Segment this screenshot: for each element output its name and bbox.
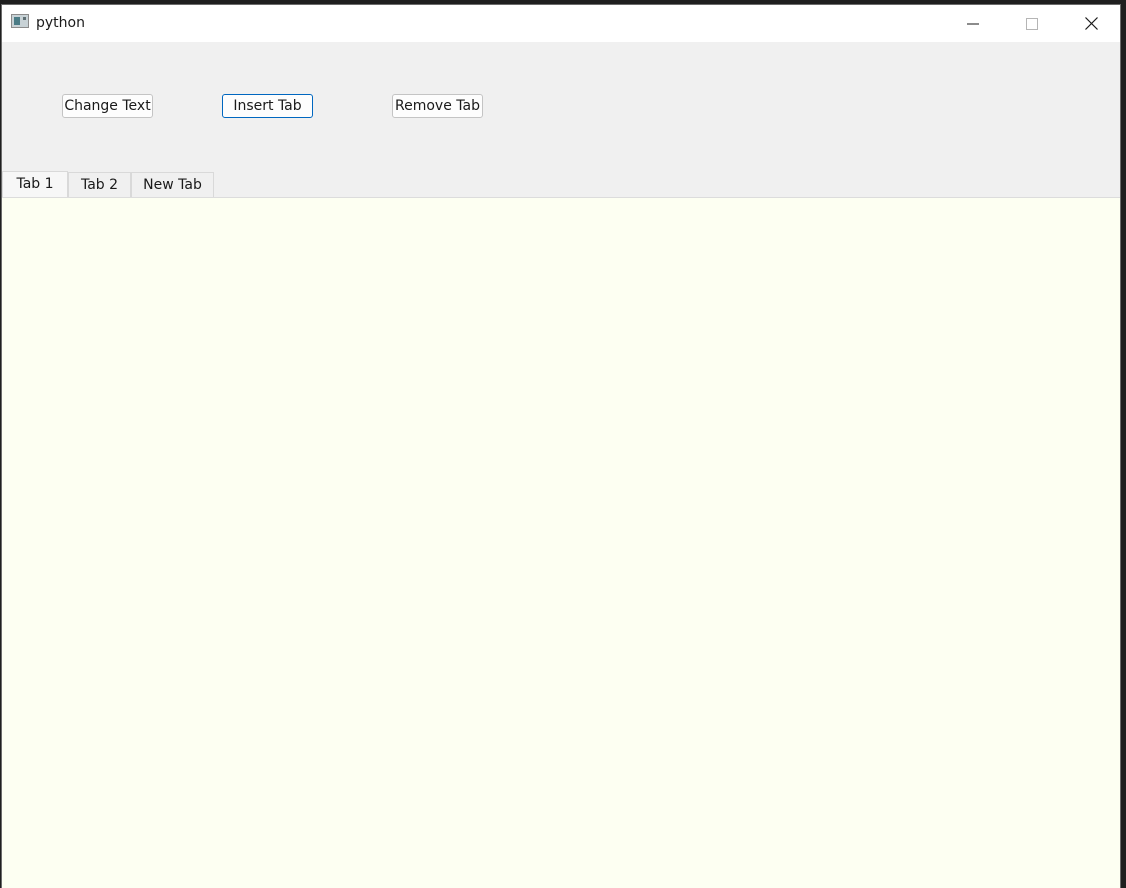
minimize-button[interactable]: [944, 5, 1002, 42]
tab-1[interactable]: Tab 1: [2, 171, 68, 197]
insert-tab-button[interactable]: Insert Tab: [222, 94, 313, 118]
close-button[interactable]: [1062, 5, 1120, 42]
maximize-button[interactable]: [1003, 5, 1061, 42]
app-window: python Change Text Insert Tab Remove Tab…: [1, 4, 1121, 888]
maximize-icon: [1026, 17, 1038, 30]
tab-new[interactable]: New Tab: [131, 172, 214, 197]
change-text-button[interactable]: Change Text: [62, 94, 153, 118]
minimize-icon: [967, 23, 979, 24]
tab-content-pane: [2, 197, 1120, 888]
main-content: Change Text Insert Tab Remove Tab Tab 1 …: [2, 42, 1120, 888]
tab-2[interactable]: Tab 2: [68, 172, 131, 197]
window-title: python: [36, 15, 85, 31]
close-icon: [1084, 17, 1098, 30]
title-bar[interactable]: python: [2, 5, 1120, 42]
remove-tab-button[interactable]: Remove Tab: [392, 94, 483, 118]
python-app-icon: [11, 14, 29, 28]
